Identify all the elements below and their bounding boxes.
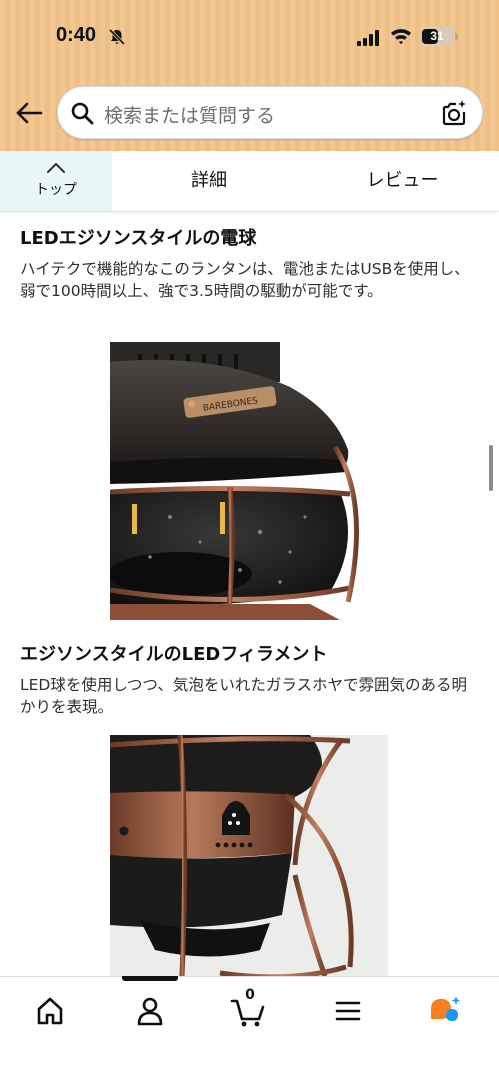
section-body: LED球を使用しつつ、気泡をいれたガラスホヤで雰囲気のある明かりを表現。 xyxy=(20,676,468,716)
menu-icon[interactable] xyxy=(328,993,368,1029)
home-indicator xyxy=(122,976,178,981)
bottom-navigation: 0 xyxy=(0,976,499,1080)
bell-off-icon xyxy=(108,28,126,46)
section-tab-bar: トップ 詳細 レビュー xyxy=(0,151,499,212)
home-icon[interactable] xyxy=(30,993,70,1029)
rufus-icon[interactable] xyxy=(426,993,466,1029)
section-title: エジソンスタイルのLEDフィラメント xyxy=(20,644,328,665)
battery-level: 31 xyxy=(430,29,444,43)
tab-top[interactable]: トップ xyxy=(0,151,112,211)
search-input[interactable]: 検索または質問する xyxy=(104,101,275,128)
wifi-icon xyxy=(391,29,411,45)
camera-icon[interactable] xyxy=(440,99,468,127)
product-image-lantern-top[interactable]: BAREBONES xyxy=(110,342,390,620)
tab-top-label: トップ xyxy=(35,182,77,198)
back-arrow-icon[interactable] xyxy=(14,98,44,128)
battery-icon: 31 xyxy=(420,27,454,46)
scrollbar-thumb[interactable] xyxy=(489,445,493,491)
cart-button[interactable]: 0 xyxy=(228,987,268,1029)
tab-detail[interactable]: 詳細 xyxy=(112,151,306,211)
profile-icon[interactable] xyxy=(130,993,170,1029)
app-header: 0:40 31 検索または質問する xyxy=(0,0,499,151)
status-time: 0:40 xyxy=(56,24,97,46)
battery-cap xyxy=(455,33,458,40)
search-icon[interactable] xyxy=(70,101,94,125)
cellular-signal-icon xyxy=(357,30,379,46)
tab-review[interactable]: レビュー xyxy=(306,151,499,211)
search-bar[interactable]: 検索または質問する xyxy=(57,86,483,139)
product-image-lantern-base[interactable] xyxy=(110,735,388,976)
section-body: ハイテクで機能的なこのランタンは、電池またはUSBを使用し、弱で100時間以上、… xyxy=(20,260,470,300)
cart-count: 0 xyxy=(245,987,255,1003)
section-title: LEDエジソンスタイルの電球 xyxy=(20,228,257,249)
chevron-up-icon xyxy=(47,163,65,173)
